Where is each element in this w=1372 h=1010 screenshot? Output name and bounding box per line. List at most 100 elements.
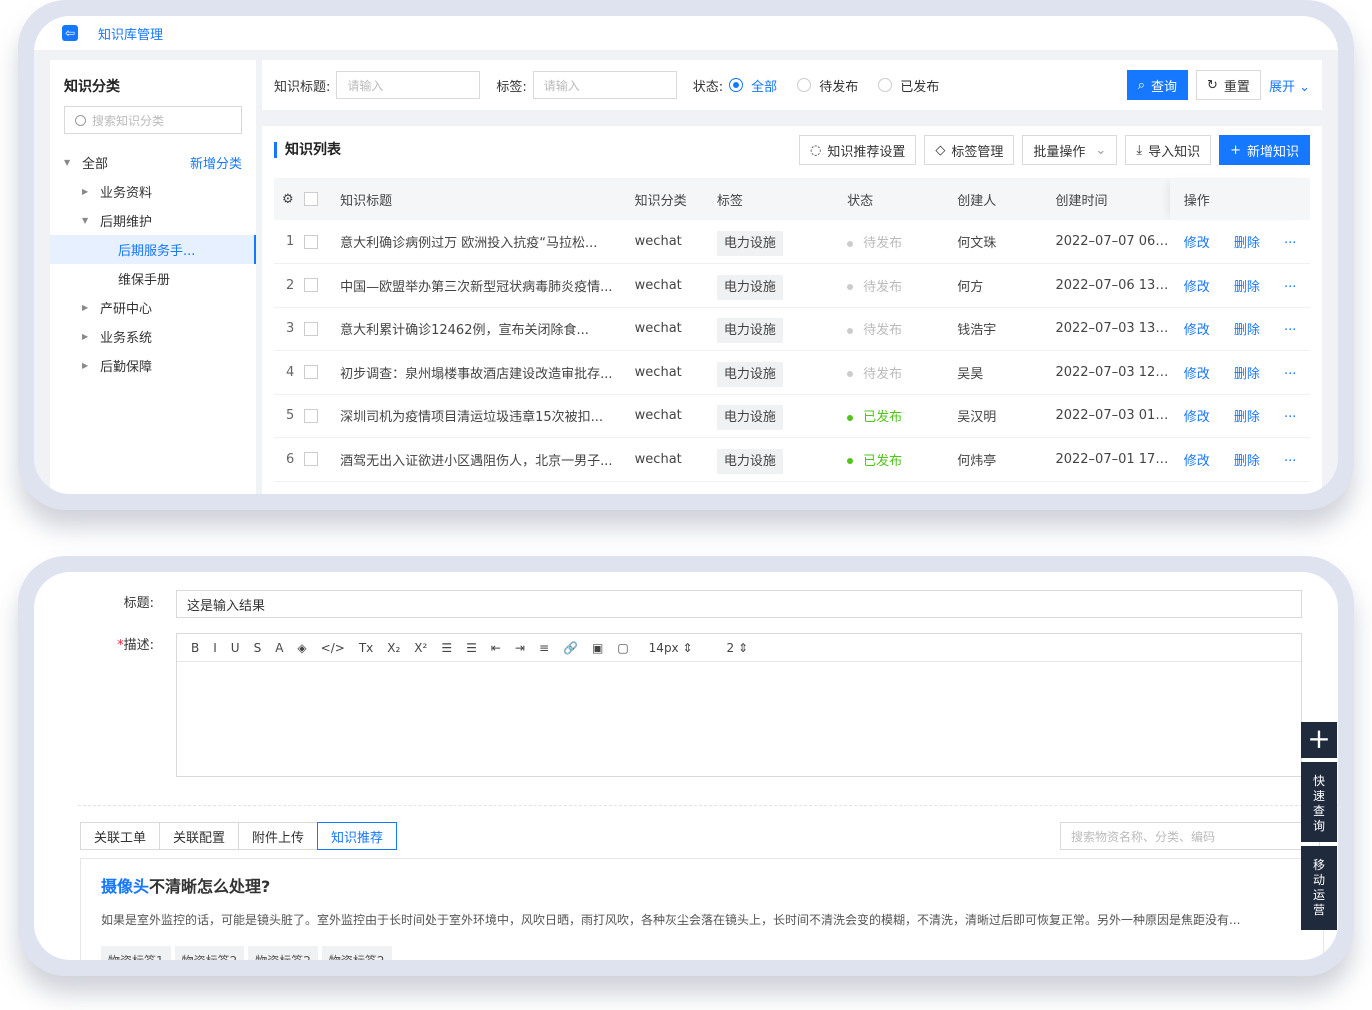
caret-right-icon[interactable]: ▶ [82, 332, 92, 341]
delete-link[interactable]: 删除 [1234, 323, 1260, 338]
highlight-icon[interactable]: ◈ [297, 641, 306, 655]
column-settings-icon[interactable]: ⚙ [274, 178, 305, 220]
tree-item-service-manual[interactable]: 后期服务手... [50, 235, 256, 264]
ordered-list-icon[interactable]: ☰ [441, 641, 452, 655]
table-row[interactable]: 5 深圳司机为疫情项目清运垃圾违章15次被扣... wechat 电力设施 已发… [274, 394, 1310, 438]
import-knowledge-button[interactable]: ⤓ 导入知识 [1125, 135, 1212, 165]
material-tag[interactable]: 物资标签1 [101, 946, 171, 960]
more-actions-icon[interactable]: ··· [1284, 280, 1296, 295]
material-tag[interactable]: 物资标签2 [248, 946, 318, 960]
reset-button[interactable]: ↻ 重置 [1196, 70, 1261, 100]
float-add-button[interactable]: + [1301, 722, 1337, 758]
material-tag[interactable]: 物资标签2 [174, 946, 245, 960]
font-color-icon[interactable]: A [275, 641, 283, 655]
clear-format-icon[interactable]: Tx [359, 641, 373, 655]
delete-link[interactable]: 删除 [1234, 280, 1260, 295]
row-title[interactable]: 初步调查：泉州塌楼事故酒店建设改造审批存... [340, 350, 635, 395]
row-title[interactable]: 中国—欧盟举办第三次新型冠状病毒肺炎疫情... [340, 263, 635, 308]
tab-related-tickets[interactable]: 关联工单 [80, 822, 160, 850]
material-tag[interactable]: 物资标签2 [321, 946, 392, 960]
category-search-input[interactable]: 搜索知识分类 [64, 106, 242, 134]
add-category-link[interactable]: 新增分类 [190, 153, 242, 172]
delete-link[interactable]: 删除 [1234, 236, 1260, 251]
link-icon[interactable]: 🔗 [563, 641, 578, 655]
table-row[interactable]: 6 酒驾无出入证欲进小区遇阻伤人，北京一男子... wechat 电力设施 已发… [274, 437, 1310, 482]
tree-item-business-system[interactable]: ▶ 业务系统 [64, 322, 242, 351]
tree-item-maintenance[interactable]: ▼ 后期维护 [64, 206, 242, 235]
row-checkbox[interactable] [304, 365, 319, 380]
editor-content-area[interactable] [177, 662, 1301, 776]
table-row[interactable]: 4 初步调查：泉州塌楼事故酒店建设改造审批存... wechat 电力设施 待发… [274, 350, 1310, 395]
status-radio-all[interactable]: 全部 [729, 76, 777, 95]
back-arrow-icon[interactable]: ⇦ [62, 25, 78, 41]
font-size-select-icon[interactable]: 14px ⇕ [649, 641, 693, 655]
tab-attachments[interactable]: 附件上传 [238, 822, 318, 850]
edit-link[interactable]: 修改 [1184, 280, 1210, 295]
query-button[interactable]: ⌕ 查询 [1126, 70, 1189, 100]
row-checkbox[interactable] [304, 408, 319, 423]
title-filter-input[interactable]: 请输入 [336, 71, 481, 99]
tree-item-maintenance-manual[interactable]: 维保手册 [64, 264, 242, 293]
status-radio-pending[interactable]: 待发布 [797, 76, 858, 95]
recommend-card[interactable]: 摄像头不清晰怎么处理? 如果是室外监控的话，可能是镜头脏了。室外监控由于长时间处… [80, 858, 1324, 960]
edit-link[interactable]: 修改 [1184, 367, 1210, 382]
more-actions-icon[interactable]: ··· [1284, 236, 1296, 251]
batch-operation-dropdown[interactable]: 批量操作 ⌄ [1022, 135, 1118, 165]
underline-icon[interactable]: U [231, 641, 240, 655]
bullet-list-icon[interactable]: ☰ [466, 641, 477, 655]
more-actions-icon[interactable]: ··· [1284, 410, 1296, 425]
caret-right-icon[interactable]: ▶ [82, 303, 92, 312]
caret-right-icon[interactable]: ▶ [82, 187, 92, 196]
mobile-ops-button[interactable]: 移动运营 [1301, 846, 1337, 930]
image-icon[interactable]: ▣ [592, 641, 603, 655]
bold-icon[interactable]: B [191, 641, 199, 655]
line-height-select-icon[interactable]: 2 ⇕ [727, 641, 749, 655]
tree-item-business-docs[interactable]: ▶ 业务资料 [64, 177, 242, 206]
outdent-icon[interactable]: ⇤ [491, 641, 501, 655]
row-title[interactable]: 意大利确诊病例过万 欧洲投入抗疫“马拉松... [340, 220, 635, 264]
tree-item-logistics[interactable]: ▶ 后勤保障 [64, 351, 242, 380]
more-actions-icon[interactable]: ··· [1284, 367, 1296, 382]
tree-item-rd-center[interactable]: ▶ 产研中心 [64, 293, 242, 322]
edit-link[interactable]: 修改 [1184, 323, 1210, 338]
tab-knowledge-recommend[interactable]: 知识推荐 [317, 822, 398, 850]
subscript-icon[interactable]: X₂ [387, 641, 400, 655]
row-checkbox[interactable] [304, 321, 319, 336]
row-checkbox[interactable] [304, 452, 319, 467]
select-all-checkbox[interactable] [304, 192, 319, 206]
italic-icon[interactable]: I [213, 641, 217, 655]
status-radio-published[interactable]: 已发布 [878, 76, 939, 95]
row-title[interactable]: 深圳司机为疫情项目清运垃圾违章15次被扣... [340, 394, 635, 438]
table-row[interactable]: 1 意大利确诊病例过万 欧洲投入抗疫“马拉松... wechat 电力设施 待发… [274, 220, 1310, 264]
row-checkbox[interactable] [304, 234, 319, 249]
add-knowledge-button[interactable]: + 新增知识 [1219, 135, 1310, 165]
table-row[interactable]: 3 意大利累计确诊12462例，宣布关闭除食... wechat 电力设施 待发… [274, 307, 1310, 351]
folder-icon[interactable]: ▢ [617, 641, 628, 655]
tag-management-button[interactable]: ◇ 标签管理 [924, 135, 1015, 165]
edit-link[interactable]: 修改 [1184, 236, 1210, 251]
recommend-settings-button[interactable]: ◌ 知识推荐设置 [799, 135, 917, 165]
row-title[interactable]: 意大利累计确诊12462例，宣布关闭除食... [340, 307, 635, 351]
strikethrough-icon[interactable]: S [254, 641, 262, 655]
edit-link[interactable]: 修改 [1184, 454, 1210, 469]
caret-right-icon[interactable]: ▶ [82, 361, 92, 370]
delete-link[interactable]: 删除 [1234, 410, 1260, 425]
caret-down-icon[interactable]: ▼ [82, 216, 92, 225]
tag-filter-input[interactable]: 请输入 [532, 71, 677, 99]
indent-icon[interactable]: ⇥ [515, 641, 525, 655]
row-title[interactable]: 酒驾无出入证欲进小区遇阻伤人，北京一男子... [340, 437, 635, 482]
more-actions-icon[interactable]: ··· [1284, 323, 1296, 338]
title-input[interactable]: 这是输入结果 [176, 590, 1302, 618]
more-actions-icon[interactable]: ··· [1284, 454, 1296, 469]
caret-down-icon[interactable]: ▼ [64, 158, 74, 167]
code-icon[interactable]: </> [321, 641, 345, 655]
delete-link[interactable]: 删除 [1234, 367, 1260, 382]
quick-query-button[interactable]: 快速查询 [1301, 762, 1337, 842]
tab-related-config[interactable]: 关联配置 [159, 822, 239, 850]
align-icon[interactable]: ≡ [539, 641, 549, 655]
superscript-icon[interactable]: X² [414, 641, 427, 655]
material-search-input[interactable]: 搜索物资名称、分类、编码 ⌕ [1060, 822, 1320, 850]
table-row[interactable]: 2 中国—欧盟举办第三次新型冠状病毒肺炎疫情... wechat 电力设施 待发… [274, 263, 1310, 308]
delete-link[interactable]: 删除 [1234, 454, 1260, 469]
tree-item-all[interactable]: ▼ 全部 新增分类 [64, 148, 242, 177]
